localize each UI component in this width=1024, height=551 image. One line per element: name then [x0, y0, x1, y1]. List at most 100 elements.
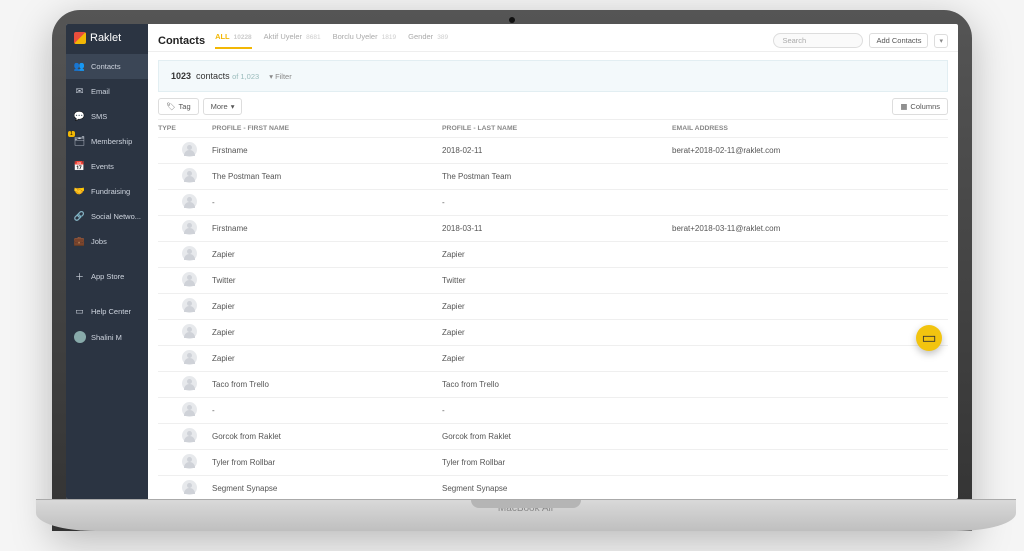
- cell-first: Twitter: [212, 276, 442, 285]
- main-panel: Contacts ALL 10228Aktif Uyeler 8681Borcl…: [148, 24, 958, 499]
- cell-first: Taco from Trello: [212, 380, 442, 389]
- nav-icon: 💼: [74, 236, 85, 247]
- nav-icon: 🤝: [74, 186, 85, 197]
- table-row[interactable]: ZapierZapier: [158, 294, 948, 320]
- person-icon: [182, 480, 197, 495]
- summary-count: 1023: [171, 71, 191, 81]
- nav-icon: ＋: [74, 271, 85, 282]
- cell-last: Segment Synapse: [442, 484, 672, 493]
- cell-first: Firstname: [212, 224, 442, 233]
- person-icon: [182, 376, 197, 391]
- cell-email: berat+2018-02-11@raklet.com: [672, 146, 948, 155]
- sidebar-item-social-netwo-[interactable]: 🔗Social Netwo...: [66, 204, 148, 229]
- person-icon: [182, 428, 197, 443]
- brand-logo: Raklet: [66, 24, 148, 54]
- sidebar-item-contacts[interactable]: 👥Contacts: [66, 54, 148, 79]
- tag-button[interactable]: 🏷 Tag: [158, 98, 199, 115]
- row-avatar: [182, 350, 212, 367]
- sidebar-item-label: Jobs: [91, 237, 107, 246]
- table-row[interactable]: ZapierZapier: [158, 320, 948, 346]
- cell-last: -: [442, 198, 672, 207]
- sidebar-user[interactable]: Shalini M: [66, 324, 148, 350]
- more-button[interactable]: More ▾: [203, 98, 243, 115]
- row-avatar: [182, 324, 212, 341]
- nav-icon: ✉: [74, 86, 85, 97]
- row-avatar: [182, 454, 212, 471]
- cell-last: Zapier: [442, 302, 672, 311]
- summary-bar: 1023 contacts of 1,023 ▾ Filter: [158, 60, 948, 92]
- person-icon: [182, 142, 197, 157]
- tab-borclu-uyeler[interactable]: Borclu Uyeler 1819: [333, 32, 397, 49]
- table-row[interactable]: Firstname2018-02-11berat+2018-02-11@rakl…: [158, 138, 948, 164]
- table-row[interactable]: ZapierZapier: [158, 346, 948, 372]
- table-row[interactable]: Taco from TrelloTaco from Trello: [158, 372, 948, 398]
- cell-first: Segment Synapse: [212, 484, 442, 493]
- sidebar-item-label: Events: [91, 162, 114, 171]
- sidebar-item-label: App Store: [91, 272, 124, 281]
- nav-icon: 💬: [74, 111, 85, 122]
- filter-button[interactable]: ▾ Filter: [269, 72, 292, 81]
- row-avatar: [182, 246, 212, 263]
- cell-last: 2018-02-11: [442, 146, 672, 155]
- sidebar-item-label: Social Netwo...: [91, 212, 141, 221]
- row-avatar: [182, 376, 212, 393]
- cell-first: Zapier: [212, 250, 442, 259]
- table-row[interactable]: Gorcok from RakletGorcok from Raklet: [158, 424, 948, 450]
- sidebar-item-events[interactable]: 📅Events: [66, 154, 148, 179]
- sidebar-item-email[interactable]: ✉ Email: [66, 79, 148, 104]
- columns-button[interactable]: ▦ Columns: [892, 98, 948, 115]
- table-row[interactable]: --: [158, 190, 948, 216]
- cell-last: Zapier: [442, 250, 672, 259]
- person-icon: [182, 402, 197, 417]
- table-row[interactable]: TwitterTwitter: [158, 268, 948, 294]
- row-avatar: [182, 142, 212, 159]
- sidebar-item-label: Email: [91, 87, 110, 96]
- sidebar-item-app-store[interactable]: ＋ App Store: [66, 264, 148, 289]
- sidebar-item-label: Membership: [91, 137, 132, 146]
- row-avatar: [182, 272, 212, 289]
- row-avatar: [182, 168, 212, 185]
- table-row[interactable]: --: [158, 398, 948, 424]
- cell-last: Zapier: [442, 354, 672, 363]
- table-row[interactable]: Segment SynapseSegment Synapse: [158, 476, 948, 499]
- laptop-base: MacBook Air: [36, 499, 1016, 531]
- tab-gender[interactable]: Gender 389: [408, 32, 448, 49]
- sidebar-item-membership[interactable]: 1🗂 Membership: [66, 129, 148, 154]
- help-fab[interactable]: ▭: [916, 325, 942, 351]
- cell-first: Firstname: [212, 146, 442, 155]
- table-row[interactable]: Tyler from RollbarTyler from Rollbar: [158, 450, 948, 476]
- row-avatar: [182, 220, 212, 237]
- cell-last: Gorcok from Raklet: [442, 432, 672, 441]
- person-icon: [182, 454, 197, 469]
- sidebar-item-jobs[interactable]: 💼 Jobs: [66, 229, 148, 254]
- cell-last: Twitter: [442, 276, 672, 285]
- col-email: EMAIL ADDRESS: [672, 125, 948, 132]
- search-placeholder: Search: [782, 36, 806, 45]
- cell-first: Zapier: [212, 302, 442, 311]
- person-icon: [182, 194, 197, 209]
- tab-aktif-uyeler[interactable]: Aktif Uyeler 8681: [264, 32, 321, 49]
- table-toolbar: 🏷 Tag More ▾ ▦ Columns: [158, 98, 948, 115]
- tab-all[interactable]: ALL 10228: [215, 32, 252, 49]
- search-input[interactable]: Search: [773, 33, 863, 48]
- cell-first: Tyler from Rollbar: [212, 458, 442, 467]
- table-row[interactable]: ZapierZapier: [158, 242, 948, 268]
- cell-last: 2018-03-11: [442, 224, 672, 233]
- table-row[interactable]: The Postman TeamThe Postman Team: [158, 164, 948, 190]
- add-contacts-caret[interactable]: ▾: [934, 34, 948, 48]
- sidebar-item-label: Fundraising: [91, 187, 130, 196]
- add-contacts-button[interactable]: Add Contacts: [869, 33, 928, 48]
- sidebar-item-sms[interactable]: 💬SMS: [66, 104, 148, 129]
- row-avatar: [182, 428, 212, 445]
- cell-first: -: [212, 406, 442, 415]
- row-avatar: [182, 298, 212, 315]
- nav-icon: 🗂: [74, 136, 85, 147]
- sidebar-item-help[interactable]: ▭ Help Center: [66, 299, 148, 324]
- table-header: TYPE PROFILE - FIRST NAME PROFILE - LAST…: [158, 120, 948, 138]
- sidebar-item-fundraising[interactable]: 🤝 Fundraising: [66, 179, 148, 204]
- cell-last: Tyler from Rollbar: [442, 458, 672, 467]
- table-row[interactable]: Firstname2018-03-11berat+2018-03-11@rakl…: [158, 216, 948, 242]
- badge: 1: [68, 131, 75, 137]
- sidebar-item-label: Contacts: [91, 62, 121, 71]
- row-avatar: [182, 402, 212, 419]
